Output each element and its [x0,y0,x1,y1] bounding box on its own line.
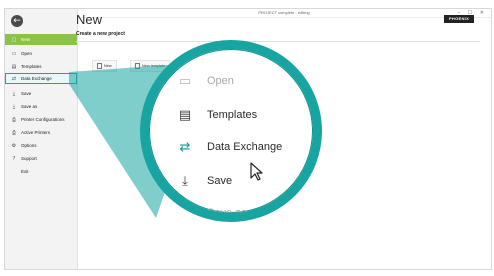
magnified-item-label: Save as [207,207,247,219]
open-folder-icon: ▭ [178,73,192,89]
magnified-item-templates: ▤ Templates [177,107,257,123]
templates-icon: ▤ [178,107,192,123]
magnified-item-label: Save [207,175,233,187]
magnified-item-data-exchange: ⇄ Data Exchange [177,139,283,155]
magnified-item-label: Templates [207,109,258,121]
magnified-item-save: ⤓ Save [177,173,232,189]
magnifier-callout: ▭ Open ▤ Templates ⇄ Data Exchange ⤓ Sav… [140,40,322,222]
magnified-item-open: ▭ Open [177,73,234,89]
data-exchange-icon: ⇄ [179,139,191,155]
magnified-item-label: Data Exchange [207,141,283,153]
mouse-cursor-icon [250,162,263,181]
magnified-item-label: Open [207,75,234,87]
save-icon: ⤓ [182,173,188,189]
app-frame: ← ▢ New ▭ Open ▤ Templates ⇄ Data Exchan… [0,0,494,276]
